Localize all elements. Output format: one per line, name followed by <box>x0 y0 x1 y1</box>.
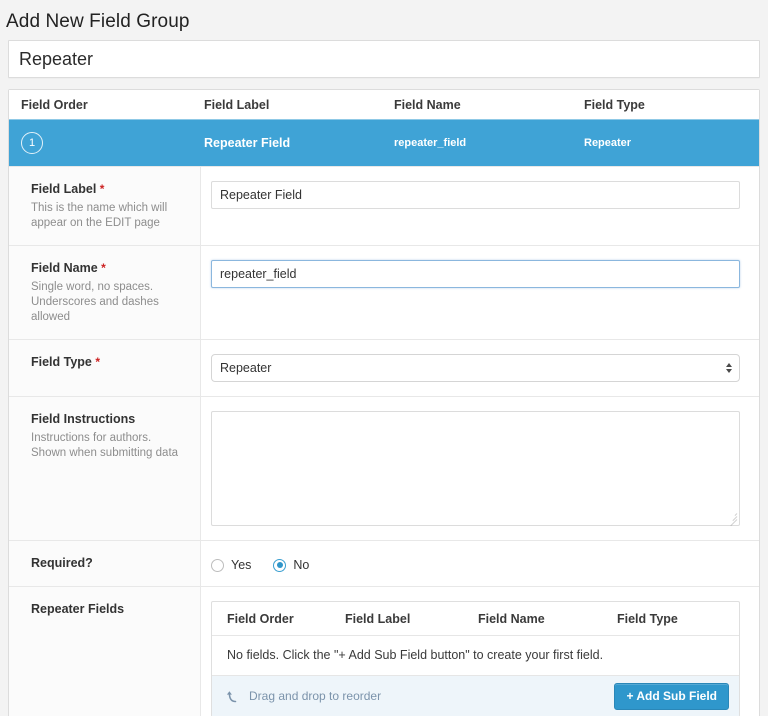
field-row-name: repeater_field <box>394 137 467 149</box>
setting-label-field-instructions: Field Instructions <box>31 412 136 426</box>
required-radio-no-label: No <box>293 558 310 572</box>
sub-column-header-field-type: Field Type <box>617 611 678 626</box>
setting-label-text: Field Type <box>31 355 92 369</box>
field-type-select-wrapper[interactable]: Repeater <box>211 354 740 382</box>
column-header-field-order: Field Order <box>21 97 88 112</box>
sub-fields-table: Field Order Field Label Field Name Field… <box>211 601 740 716</box>
setting-input-cell-field-type: Repeater <box>201 340 759 396</box>
setting-label-cell-field-label: Field Label * This is the name which wil… <box>9 167 201 245</box>
fields-metabox: Field Order Field Label Field Name Field… <box>8 89 760 716</box>
field-instructions-wrapper <box>211 411 740 527</box>
sub-table-header: Field Order Field Label Field Name Field… <box>212 602 739 636</box>
setting-row-repeater-fields: Repeater Fields Field Order Field Label … <box>9 586 759 716</box>
setting-label-cell-field-type: Field Type * <box>9 340 201 396</box>
setting-input-cell-field-label <box>201 167 759 245</box>
setting-label-cell-field-instructions: Field Instructions Instructions for auth… <box>9 397 201 540</box>
setting-input-cell-field-name <box>201 246 759 339</box>
field-row-type: Repeater <box>584 137 632 149</box>
drag-hint: Drag and drop to reorder <box>226 688 381 704</box>
required-radio-group: Yes No <box>211 555 740 572</box>
sub-table-empty-message: No fields. Click the "+ Add Sub Field bu… <box>212 636 739 676</box>
setting-row-required: Required? Yes No <box>9 540 759 586</box>
column-header-field-label: Field Label <box>204 97 270 112</box>
sub-column-header-field-name: Field Name <box>478 611 545 626</box>
title-field-wrapper <box>0 36 768 78</box>
radio-circle-icon <box>211 558 224 572</box>
sub-table-footer: Drag and drop to reorder + Add Sub Field <box>212 676 739 716</box>
setting-row-field-name: Field Name * Single word, no spaces. Und… <box>9 245 759 339</box>
field-instructions-textarea[interactable] <box>211 411 740 526</box>
setting-description-field-instructions: Instructions for authors. Shown when sub… <box>31 432 179 459</box>
drag-reorder-arrow-icon <box>226 691 237 703</box>
setting-description-field-label: This is the name which will appear on th… <box>31 202 168 229</box>
setting-input-cell-field-instructions <box>201 397 759 540</box>
setting-label-cell-required: Required? <box>9 541 201 586</box>
field-group-title-input[interactable] <box>8 40 760 78</box>
fields-table-header: Field Order Field Label Field Name Field… <box>9 90 759 119</box>
field-row-label: Repeater Field <box>204 136 291 150</box>
setting-label-required: Required? <box>31 556 93 570</box>
add-new-field-group-page: Add New Field Group Field Order Field La… <box>0 0 768 716</box>
setting-label-field-label: Field Label * <box>31 181 186 197</box>
required-asterisk: * <box>101 261 106 275</box>
setting-label-text: Field Label <box>31 182 97 196</box>
radio-circle-selected-icon <box>273 558 287 572</box>
setting-input-cell-repeater-fields: Field Order Field Label Field Name Field… <box>201 587 759 716</box>
required-radio-yes[interactable]: Yes <box>211 558 251 572</box>
sub-column-header-field-label: Field Label <box>345 611 411 626</box>
column-header-field-type: Field Type <box>584 97 645 112</box>
add-sub-field-button[interactable]: + Add Sub Field <box>614 682 729 710</box>
column-header-field-name: Field Name <box>394 97 461 112</box>
setting-label-text: Field Name <box>31 261 98 275</box>
required-asterisk: * <box>99 182 105 196</box>
required-radio-no[interactable]: No <box>273 558 309 572</box>
setting-row-field-instructions: Field Instructions Instructions for auth… <box>9 396 759 540</box>
field-label-input[interactable] <box>211 181 740 209</box>
setting-label-cell-repeater-fields: Repeater Fields <box>9 587 201 716</box>
setting-row-field-label: Field Label * This is the name which wil… <box>9 166 759 245</box>
sub-column-header-field-order: Field Order <box>227 611 294 626</box>
page-title: Add New Field Group <box>6 11 190 32</box>
field-type-select[interactable]: Repeater <box>211 354 740 382</box>
setting-label-field-name: Field Name * <box>31 260 186 276</box>
setting-label-repeater-fields: Repeater Fields <box>31 602 125 616</box>
setting-label-cell-field-name: Field Name * Single word, no spaces. Und… <box>9 246 201 339</box>
setting-row-field-type: Field Type * Repeater <box>9 339 759 396</box>
setting-description-field-name: Single word, no spaces. Underscores and … <box>31 281 159 323</box>
field-order-badge: 1 <box>21 132 43 154</box>
field-row-active[interactable]: 1 Repeater Field repeater_field Repeater <box>9 119 759 166</box>
drag-hint-label: Drag and drop to reorder <box>249 689 382 703</box>
field-name-input[interactable] <box>211 260 740 288</box>
setting-label-field-type: Field Type * <box>31 354 186 370</box>
setting-input-cell-required: Yes No <box>201 541 759 586</box>
required-asterisk: * <box>95 355 101 369</box>
required-radio-yes-label: Yes <box>231 558 252 572</box>
